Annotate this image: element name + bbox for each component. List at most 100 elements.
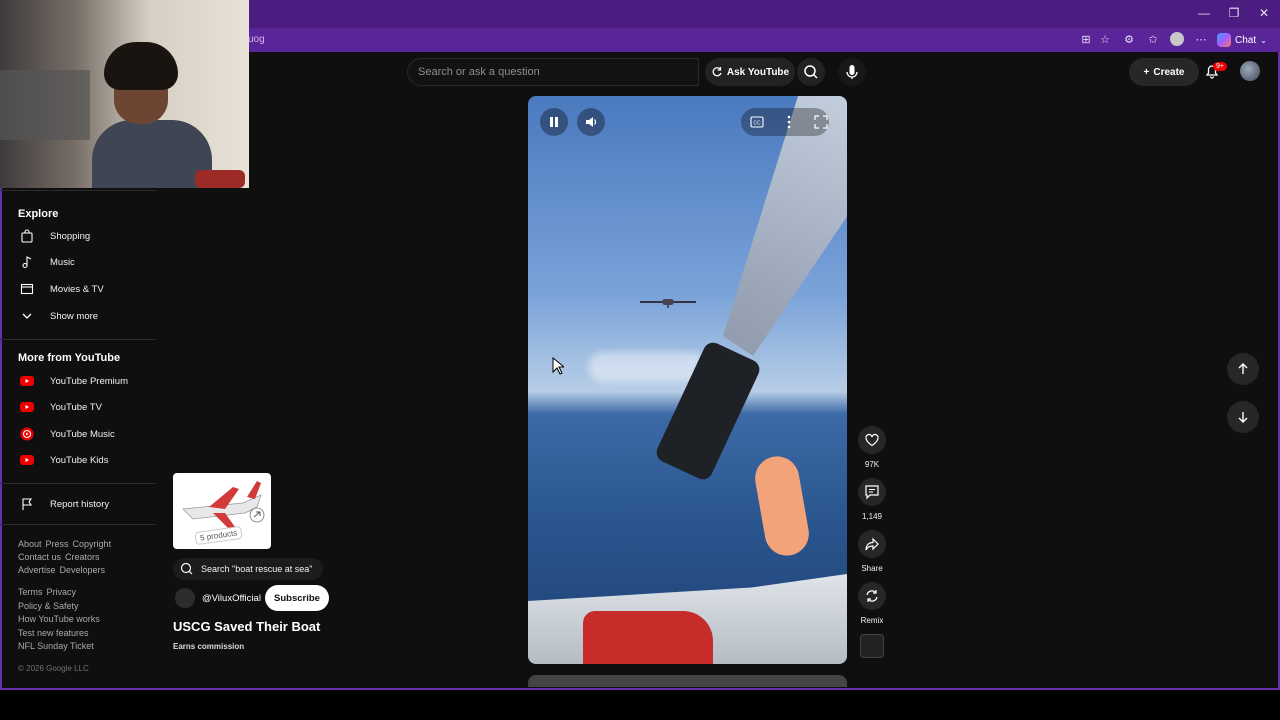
footer-link-privacy[interactable]: Privacy — [47, 587, 77, 597]
sidebar-item-shopping[interactable]: Shopping — [0, 224, 156, 248]
more-icon[interactable]: ⋯ — [1193, 32, 1209, 48]
channel-thumbnail[interactable] — [860, 634, 884, 658]
volume-button[interactable] — [577, 108, 605, 136]
subscribe-button[interactable]: Subscribe — [265, 585, 329, 611]
profile-avatar[interactable] — [1169, 32, 1185, 48]
more-options-button[interactable] — [775, 108, 803, 136]
short-video-player[interactable]: CC — [528, 96, 847, 664]
earns-commission-label: Earns commission — [173, 642, 245, 651]
sidebar-item-show-more[interactable]: Show more — [0, 304, 156, 328]
captions-button[interactable]: CC — [743, 108, 771, 136]
footer-link-advertise[interactable]: Advertise — [18, 565, 56, 575]
related-search-chip[interactable]: Search "boat rescue at sea" — [173, 558, 323, 580]
youtube-premium-icon — [19, 373, 35, 389]
share-icon — [865, 537, 879, 551]
channel-name[interactable]: @ViluxOfficial — [202, 593, 261, 604]
next-short-preview[interactable] — [528, 675, 847, 687]
footer-link-test-features[interactable]: Test new features — [18, 628, 89, 638]
footer-link-terms[interactable]: Terms — [18, 587, 43, 597]
footer-link-nfl[interactable]: NFL Sunday Ticket — [18, 641, 94, 651]
previous-short-button[interactable] — [1227, 353, 1259, 385]
footer-link-creators[interactable]: Creators — [65, 552, 100, 562]
divider — [0, 524, 156, 525]
refresh-spark-icon — [712, 67, 722, 77]
expand-icon — [814, 115, 828, 129]
product-thumbnail[interactable]: 5 products — [173, 473, 271, 549]
flag-icon — [19, 496, 35, 512]
related-search-text: Search "boat rescue at sea" — [201, 564, 313, 574]
comment-icon — [865, 485, 879, 500]
comments-button[interactable] — [858, 478, 886, 506]
footer-link-copyright[interactable]: Copyright — [73, 539, 112, 549]
more-from-youtube-heading: More from YouTube — [18, 352, 121, 364]
fullscreen-button[interactable] — [807, 108, 835, 136]
star-icon[interactable]: ☆ — [1097, 32, 1113, 48]
sidebar-item-youtube-kids[interactable]: YouTube Kids — [0, 448, 156, 472]
youtube-tv-icon — [19, 399, 35, 415]
apps-icon[interactable]: ⊞ — [1078, 32, 1094, 48]
footer-links-primary: About Press Copyright Contact us Creators A… — [18, 538, 148, 577]
sidebar-item-movies-tv[interactable]: Movies & TV — [0, 277, 156, 301]
like-button[interactable] — [858, 426, 886, 454]
copilot-chat-button[interactable]: Chat ⌄ — [1217, 30, 1267, 50]
minimize-button[interactable]: — — [1196, 6, 1212, 20]
remix-label: Remix — [860, 616, 884, 625]
sidebar-item-report-history[interactable]: Report history — [0, 492, 156, 516]
sidebar-item-label: Report history — [50, 498, 110, 510]
share-label: Share — [861, 564, 883, 573]
youtube-kids-icon — [19, 452, 35, 468]
search-icon — [180, 562, 193, 575]
pause-button[interactable] — [540, 108, 568, 136]
footer-link-contact[interactable]: Contact us — [18, 552, 61, 562]
ask-youtube-button[interactable]: Ask YouTube — [705, 58, 795, 86]
more-vertical-icon — [787, 115, 791, 129]
favorites-icon[interactable]: ✩ — [1145, 32, 1161, 48]
create-label: Create — [1153, 66, 1185, 78]
footer-link-about[interactable]: About — [18, 539, 42, 549]
voice-search-button[interactable] — [838, 58, 866, 86]
sidebar-item-youtube-premium[interactable]: YouTube Premium — [0, 369, 156, 393]
remix-button[interactable] — [858, 582, 886, 610]
mouse-cursor-icon — [552, 357, 564, 375]
restore-button[interactable]: ❐ — [1226, 6, 1242, 20]
search-input[interactable]: Search or ask a question — [407, 58, 699, 86]
share-button[interactable] — [858, 530, 886, 558]
remix-icon — [866, 590, 878, 602]
divider — [0, 483, 156, 484]
account-avatar[interactable] — [1240, 61, 1260, 81]
pause-icon — [550, 117, 558, 127]
mic-icon — [846, 65, 858, 79]
footer-link-developers[interactable]: Developers — [60, 565, 106, 575]
sidebar-item-label: Show more — [50, 310, 99, 322]
channel-avatar[interactable] — [175, 588, 195, 608]
next-short-button[interactable] — [1227, 401, 1259, 433]
divider — [0, 190, 156, 191]
sidebar-item-youtube-music[interactable]: YouTube Music — [0, 422, 156, 446]
search-placeholder: Search or ask a question — [418, 66, 540, 78]
comment-count: 1,149 — [861, 512, 883, 521]
video-title[interactable]: USCG Saved Their Boat — [173, 619, 320, 634]
extension-icon[interactable]: ⚙ — [1121, 32, 1137, 48]
footer-link-how-youtube-works[interactable]: How YouTube works — [18, 614, 100, 624]
svg-text:CC: CC — [753, 121, 761, 127]
address-text: uog — [248, 34, 265, 45]
create-button[interactable]: + Create — [1129, 58, 1199, 86]
youtube-music-icon — [19, 426, 35, 442]
footer-links-secondary: Terms Privacy Policy & Safety How YouTube… — [18, 586, 158, 654]
divider — [0, 339, 156, 340]
sidebar-item-label: Shopping — [50, 230, 91, 242]
arrow-up-icon — [1238, 363, 1248, 374]
footer-link-policy[interactable]: Policy & Safety — [18, 601, 79, 611]
film-icon — [19, 281, 35, 297]
copyright-text: © 2026 Google LLC — [18, 664, 89, 673]
footer-link-press[interactable]: Press — [46, 539, 69, 549]
sidebar-item-youtube-tv[interactable]: YouTube TV — [0, 395, 156, 419]
copilot-icon — [1217, 33, 1231, 47]
ask-youtube-label: Ask YouTube — [726, 66, 790, 78]
plus-icon: + — [1143, 66, 1150, 78]
webcam-overlay — [0, 0, 249, 188]
close-button[interactable]: ✕ — [1256, 6, 1272, 20]
sidebar-item-music[interactable]: Music — [0, 250, 156, 274]
search-button[interactable] — [797, 58, 825, 86]
explore-heading: Explore — [18, 208, 59, 220]
